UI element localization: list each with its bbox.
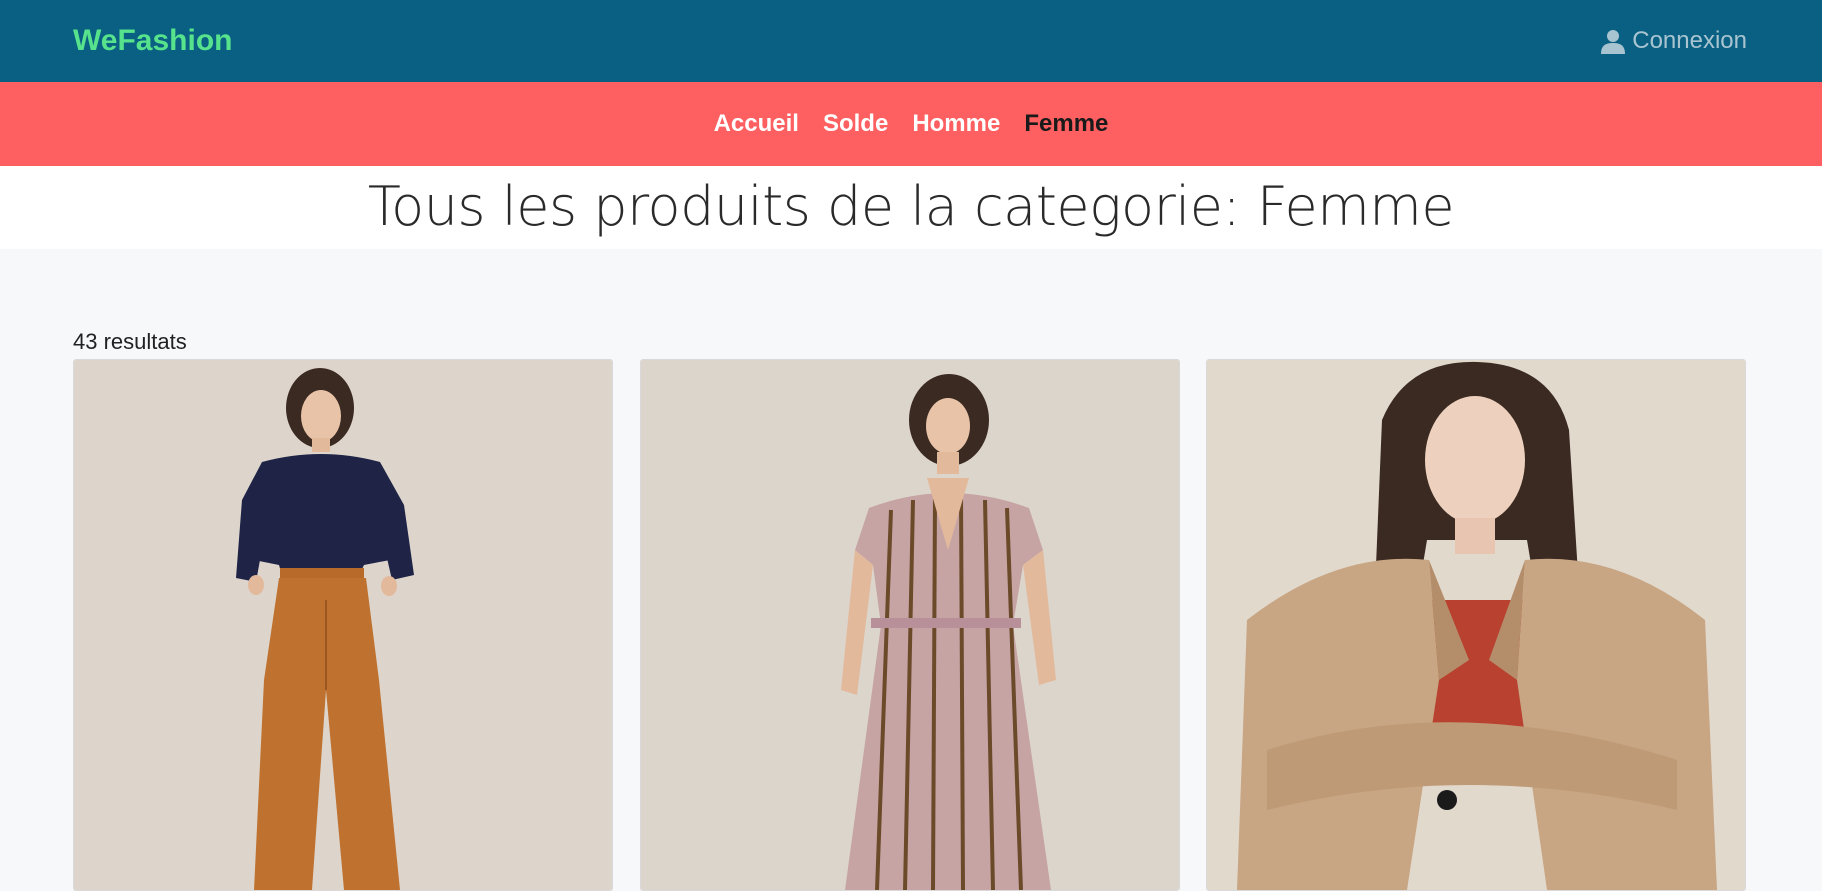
result-count: 43 resultats [73,329,187,354]
product-image-striped-pink-dress[interactable] [641,360,1179,890]
product-image-beige-trench-coat[interactable] [1207,360,1745,890]
category-link-solde[interactable]: Solde [823,109,888,139]
product-image-navy-sweater-rust-trousers[interactable] [74,360,612,890]
login-label: Connexion [1632,27,1747,54]
category-link-femme[interactable]: Femme [1024,109,1108,139]
category-bar: Accueil Solde Homme Femme [0,82,1822,166]
title-banner: Tous les produits de la categorie: Femme [0,166,1822,249]
user-icon [1600,28,1626,54]
category-link-homme[interactable]: Homme [912,109,1000,139]
product-card[interactable] [1206,359,1746,891]
brand-logo[interactable]: WeFashion [73,22,232,60]
top-navbar: WeFashion Connexion [0,0,1822,82]
product-card[interactable] [640,359,1180,891]
product-card[interactable] [73,359,613,891]
category-link-accueil[interactable]: Accueil [714,109,799,139]
category-nav: Accueil Solde Homme Femme [0,82,1822,166]
page-title: Tous les produits de la categorie: Femme [367,175,1455,238]
login-link[interactable]: Connexion [1600,24,1747,58]
product-grid [73,359,1747,891]
